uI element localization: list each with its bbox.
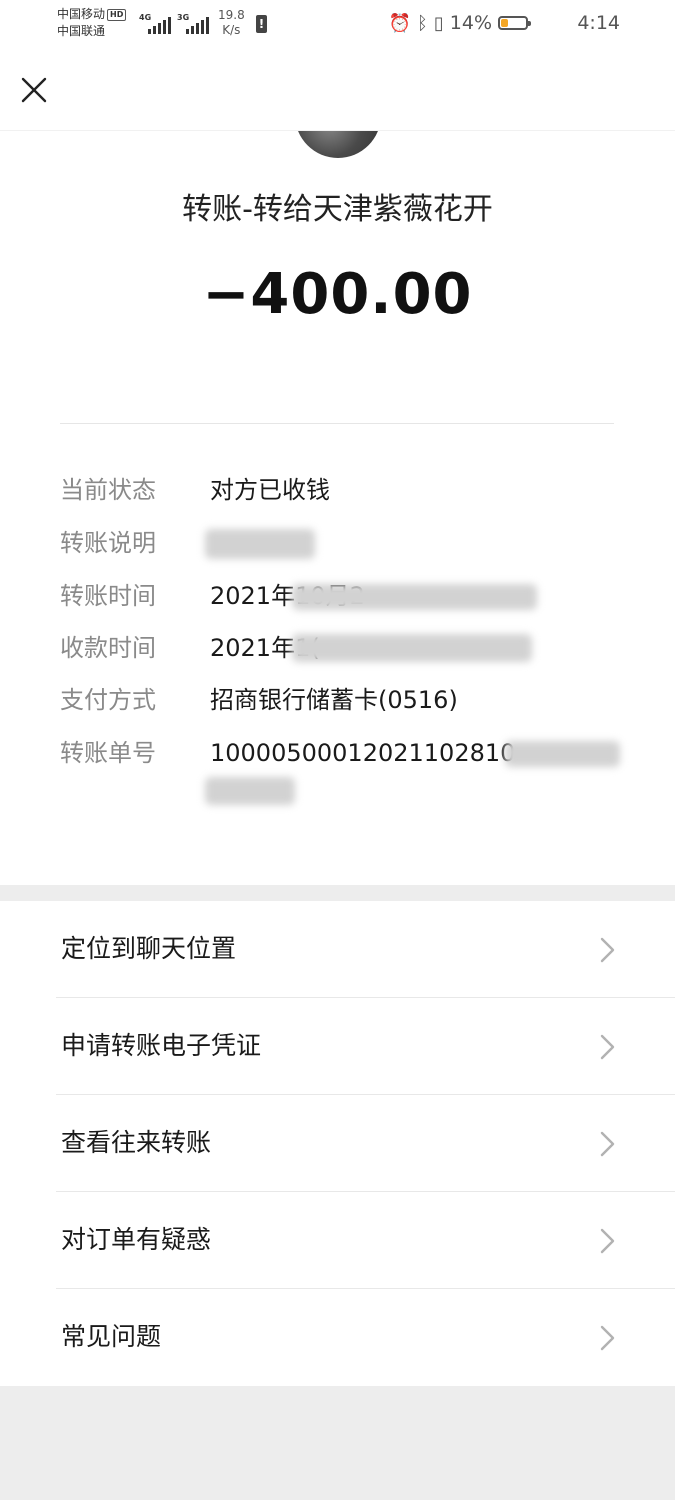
- menu-item-order-question[interactable]: 对订单有疑惑: [0, 1192, 675, 1289]
- divider: [60, 423, 614, 424]
- menu-item-label: 申请转账电子凭证: [61, 1031, 262, 1060]
- detail-label: 转账时间: [60, 582, 156, 610]
- chevron-right-icon: [600, 1325, 615, 1351]
- redacted-area: [292, 584, 537, 610]
- detail-value: 招商银行储蓄卡(0516): [210, 686, 458, 714]
- nav-bar: [0, 50, 675, 131]
- detail-label: 转账说明: [60, 529, 156, 557]
- network-speed: 19.8 K/s: [218, 8, 245, 37]
- detail-label: 转账单号: [60, 739, 156, 767]
- menu-item-e-receipt[interactable]: 申请转账电子凭证: [0, 998, 675, 1095]
- detail-label: 收款时间: [60, 634, 156, 662]
- transfer-amount: −400.00: [202, 262, 473, 327]
- battery-icon: [498, 16, 531, 30]
- menu-item-label: 常见问题: [61, 1322, 162, 1351]
- clock: 4:14: [577, 12, 620, 34]
- close-button[interactable]: [14, 70, 54, 110]
- menu-item-label: 定位到聊天位置: [61, 934, 237, 963]
- bluetooth-icon: ᛒ: [417, 12, 428, 34]
- carrier-primary: 中国移动: [57, 7, 106, 21]
- detail-label: 支付方式: [60, 686, 156, 714]
- detail-label: 当前状态: [60, 476, 156, 504]
- detail-value: 对方已收钱: [210, 476, 330, 504]
- chevron-right-icon: [600, 937, 615, 963]
- status-bar: 中国移动HD 中国联通 4G 3G 19.8 K/s ⏰ ᛒ ▯ 14% 4:1…: [0, 0, 675, 50]
- close-icon: [21, 77, 47, 103]
- battery-percent: 14%: [449, 12, 492, 34]
- transfer-title: 转账-转给天津紫薇花开: [182, 192, 493, 227]
- signal-strength-icon-2: [186, 16, 209, 34]
- battery-fill: [501, 19, 508, 27]
- chevron-right-icon: [600, 1131, 615, 1157]
- carrier-info: 中国移动 HD 中国联通: [57, 6, 127, 40]
- chevron-right-icon: [600, 1034, 615, 1060]
- redacted-area: [505, 741, 620, 767]
- alarm-icon: ⏰: [388, 12, 412, 34]
- hd-badge: HD: [107, 9, 127, 21]
- vibrate-icon: ▯: [433, 12, 444, 34]
- action-menu: 定位到聊天位置 申请转账电子凭证 查看往来转账 对订单有疑惑 常见问题: [0, 901, 675, 1386]
- menu-item-faq[interactable]: 常见问题: [0, 1289, 675, 1386]
- carrier-secondary: 中国联通: [57, 24, 106, 38]
- transfer-detail-card: 转账-转给天津紫薇花开 −400.00 当前状态 对方已收钱 转账说明 转账时间…: [0, 72, 675, 885]
- menu-item-locate-chat[interactable]: 定位到聊天位置: [0, 901, 675, 998]
- status-icons: ⏰ ᛒ ▯ 14%: [388, 12, 531, 34]
- redacted-area: [205, 529, 315, 559]
- menu-item-label: 对订单有疑惑: [61, 1225, 212, 1254]
- signal-strength-icon: [148, 16, 171, 34]
- sim-alert-icon: [256, 15, 267, 33]
- redacted-area: [292, 634, 532, 662]
- detail-value: 10000500012021102810: [210, 739, 516, 767]
- redacted-area: [205, 777, 295, 805]
- chevron-right-icon: [600, 1228, 615, 1254]
- menu-item-transfer-history[interactable]: 查看往来转账: [0, 1095, 675, 1192]
- menu-item-label: 查看往来转账: [61, 1128, 212, 1157]
